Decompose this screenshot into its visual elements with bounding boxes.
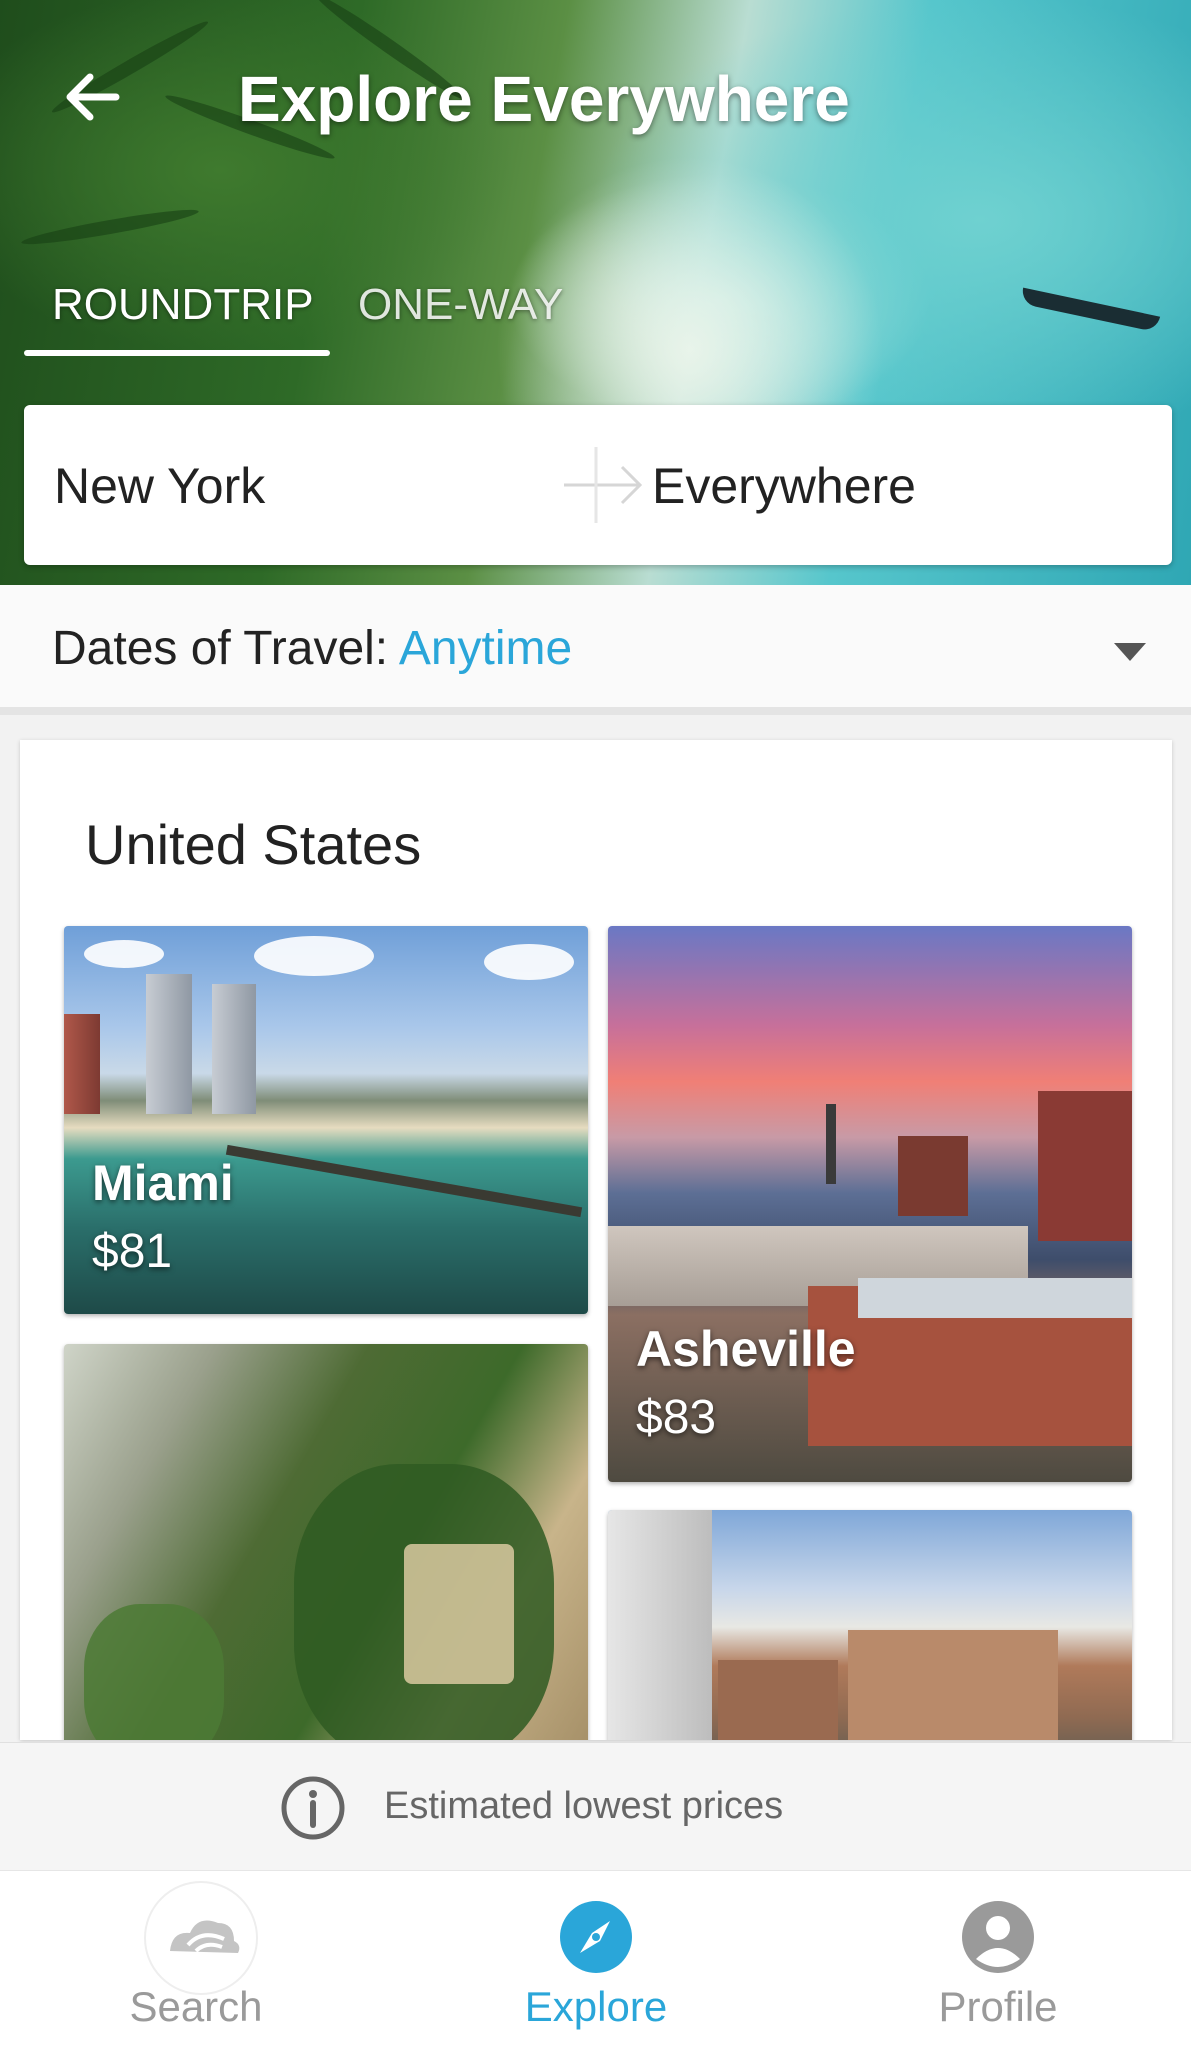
bush-decoration	[84, 1604, 224, 1740]
pier-decoration	[225, 1144, 583, 1218]
skyscraper-decoration	[146, 974, 192, 1114]
origin-field[interactable]: New York	[54, 457, 265, 515]
roof-decoration	[858, 1278, 1132, 1318]
nav-label: Explore	[524, 1983, 668, 2030]
nav-explore[interactable]: Explore	[446, 1871, 746, 2048]
destination-price: $83	[636, 1391, 717, 1444]
profile-icon	[958, 1897, 1038, 1977]
arrow-right-icon	[560, 445, 650, 525]
building-decoration	[608, 1510, 712, 1740]
cloud-decoration	[84, 940, 164, 968]
building-decoration	[718, 1660, 838, 1740]
nav-label: Profile	[938, 1983, 1058, 2030]
page-title: Explore Everywhere	[238, 63, 850, 135]
dates-value: Anytime	[398, 622, 573, 675]
building-decoration	[64, 1014, 100, 1114]
cloud-decoration	[484, 944, 574, 980]
compass-icon	[556, 1897, 636, 1977]
destination-name: Miami	[92, 1155, 234, 1211]
tab-selected-indicator	[24, 350, 330, 356]
info-icon[interactable]	[280, 1775, 346, 1841]
nav-search[interactable]: Search	[46, 1871, 346, 2048]
section-title: United States	[85, 813, 422, 876]
tab-one-way[interactable]: ONE-WAY	[358, 280, 563, 330]
hero-header: Explore Everywhere ROUNDTRIP ONE-WAY New…	[0, 0, 1191, 585]
dates-of-travel-selector[interactable]: Dates of Travel: Anytime	[0, 585, 1191, 715]
boat-decoration	[1019, 287, 1161, 333]
destination-tile[interactable]	[64, 1344, 588, 1740]
dates-label-text: Dates of Travel:	[52, 622, 399, 675]
bottom-navigation: Search Explore Profile	[0, 1870, 1191, 2048]
destination-price: $81	[92, 1225, 173, 1278]
info-bar: Estimated lowest prices	[0, 1742, 1191, 1870]
destinations-card: United States Miami $81 Asheville $83	[20, 740, 1172, 1740]
top-bar: Explore Everywhere	[0, 40, 1191, 150]
info-text: Estimated lowest prices	[384, 1785, 784, 1827]
stone-relief-decoration	[404, 1544, 514, 1684]
dates-label: Dates of Travel: Anytime	[52, 621, 572, 676]
nav-label: Search	[129, 1983, 263, 2030]
destination-tile[interactable]	[608, 1510, 1132, 1740]
chevron-down-icon[interactable]	[1112, 641, 1148, 663]
destination-tile-asheville[interactable]: Asheville $83	[608, 926, 1132, 1482]
arrow-left-icon[interactable]	[58, 62, 128, 132]
building-decoration	[898, 1136, 968, 1216]
palm-decoration	[20, 204, 200, 250]
tab-roundtrip[interactable]: ROUNDTRIP	[52, 280, 314, 330]
skyscraper-decoration	[212, 984, 256, 1114]
tower-decoration	[826, 1104, 836, 1184]
cloud-logo-icon	[142, 1879, 260, 1997]
route-card: New York Everywhere	[24, 405, 1172, 565]
nav-profile[interactable]: Profile	[848, 1871, 1148, 2048]
cloud-decoration	[254, 936, 374, 976]
building-decoration	[848, 1630, 1058, 1740]
destination-tile-miami[interactable]: Miami $81	[64, 926, 588, 1314]
building-decoration	[1038, 1091, 1132, 1241]
destination-name: Asheville	[636, 1321, 856, 1377]
destination-field[interactable]: Everywhere	[652, 457, 916, 515]
